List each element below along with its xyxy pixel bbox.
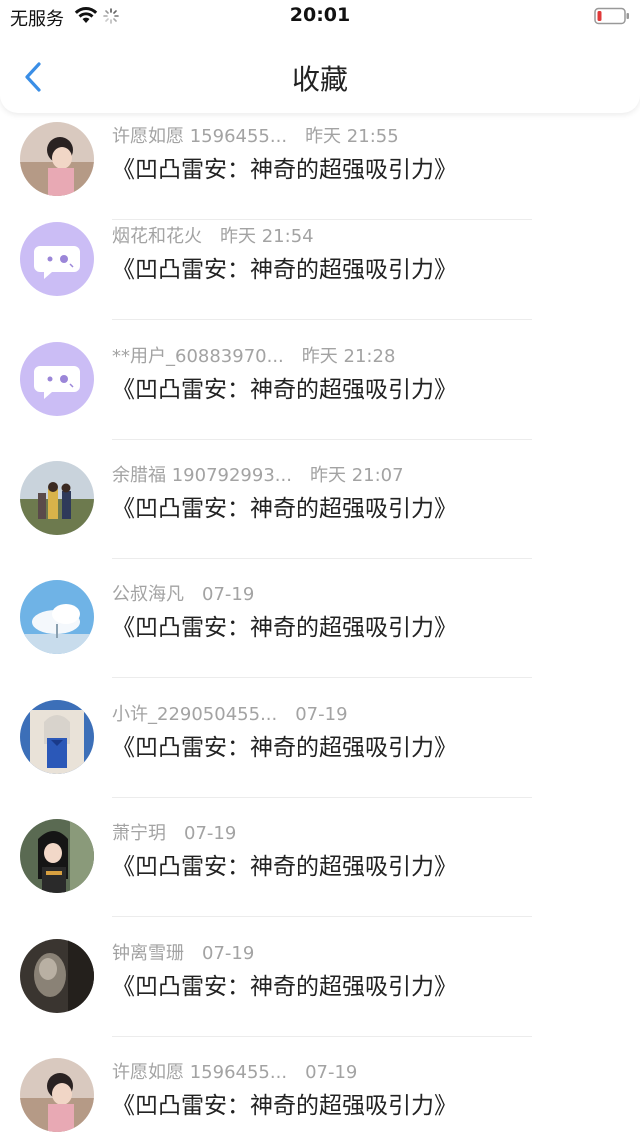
avatar[interactable] [20, 222, 94, 296]
clock: 20:01 [289, 4, 351, 26]
avatar[interactable] [20, 939, 94, 1013]
item-title: 《凹凸雷安：神奇的超强吸引力》 [112, 615, 457, 641]
item-meta: 萧宁玥 07-19 [112, 819, 236, 845]
item-title: 《凹凸雷安：神奇的超强吸引力》 [112, 377, 457, 403]
timestamp: 07-19 [184, 823, 237, 844]
username: 许愿如愿 1596455... [112, 126, 288, 147]
item-title: 《凹凸雷安：神奇的超强吸引力》 [112, 854, 457, 880]
avatar[interactable] [20, 819, 94, 893]
timestamp: 昨天 21:28 [301, 346, 396, 367]
item-title: 《凹凸雷安：神奇的超强吸引力》 [112, 157, 457, 183]
item-meta: 烟花和花火 昨天 21:54 [112, 222, 314, 248]
avatar[interactable] [20, 1058, 94, 1132]
timestamp: 07-19 [202, 584, 255, 605]
list-item[interactable]: **用户_60883970... 昨天 21:28 《凹凸雷安：神奇的超强吸引力》 [0, 320, 640, 440]
favorites-list: 许愿如愿 1596455... 昨天 21:55 《凹凸雷安：神奇的超强吸引力》 … [0, 0, 640, 1138]
list-item[interactable]: 萧宁玥 07-19 《凹凸雷安：神奇的超强吸引力》 [0, 797, 640, 917]
item-title: 《凹凸雷安：神奇的超强吸引力》 [112, 496, 457, 522]
timestamp: 昨天 21:54 [220, 226, 314, 247]
list-item[interactable]: 许愿如愿 1596455... 07-19 《凹凸雷安：神奇的超强吸引力》 [0, 1036, 640, 1138]
item-meta: 许愿如愿 1596455... 昨天 21:55 [112, 122, 399, 148]
timestamp: 07-19 [295, 704, 348, 725]
item-title: 《凹凸雷安：神奇的超强吸引力》 [112, 1093, 457, 1119]
item-meta: 公叔海凡 07-19 [112, 580, 254, 606]
username: 萧宁玥 [112, 823, 166, 844]
timestamp: 07-19 [305, 1062, 358, 1083]
list-item[interactable]: 小许_229050455... 07-19 《凹凸雷安：神奇的超强吸引力》 [0, 678, 640, 798]
item-meta: 小许_229050455... 07-19 [112, 700, 348, 726]
list-item[interactable]: 烟花和花火 昨天 21:54 《凹凸雷安：神奇的超强吸引力》 [0, 200, 640, 320]
username: 钟离雪珊 [112, 943, 184, 964]
username: 许愿如愿 1596455... [112, 1062, 288, 1083]
avatar[interactable] [20, 461, 94, 535]
username: 公叔海凡 [112, 584, 184, 605]
timestamp: 昨天 21:55 [305, 126, 399, 147]
username: 小许_229050455... [112, 704, 278, 725]
nav-bar: 收藏 [0, 34, 640, 113]
status-bar: 无服务 20:01 [0, 0, 640, 34]
item-title: 《凹凸雷安：神奇的超强吸引力》 [112, 974, 457, 1000]
item-meta: 钟离雪珊 07-19 [112, 939, 254, 965]
avatar[interactable] [20, 342, 94, 416]
timestamp: 07-19 [202, 943, 255, 964]
list-item[interactable]: 余腊福 190792993... 昨天 21:07 《凹凸雷安：神奇的超强吸引力》 [0, 439, 640, 559]
item-meta: 余腊福 190792993... 昨天 21:07 [112, 461, 404, 487]
avatar[interactable] [20, 580, 94, 654]
username: 余腊福 190792993... [112, 465, 292, 486]
item-meta: **用户_60883970... 昨天 21:28 [112, 342, 395, 368]
avatar[interactable] [20, 122, 94, 196]
item-title: 《凹凸雷安：神奇的超强吸引力》 [112, 257, 457, 283]
list-item[interactable]: 公叔海凡 07-19 《凹凸雷安：神奇的超强吸引力》 [0, 558, 640, 678]
battery-icon [594, 7, 629, 25]
list-item[interactable]: 钟离雪珊 07-19 《凹凸雷安：神奇的超强吸引力》 [0, 917, 640, 1037]
avatar[interactable] [20, 700, 94, 774]
item-meta: 许愿如愿 1596455... 07-19 [112, 1058, 357, 1084]
timestamp: 昨天 21:07 [309, 465, 404, 486]
item-title: 《凹凸雷安：神奇的超强吸引力》 [112, 735, 457, 761]
page-title: 收藏 [291, 63, 348, 96]
username: **用户_60883970... [112, 346, 284, 367]
username: 烟花和花火 [112, 226, 202, 247]
